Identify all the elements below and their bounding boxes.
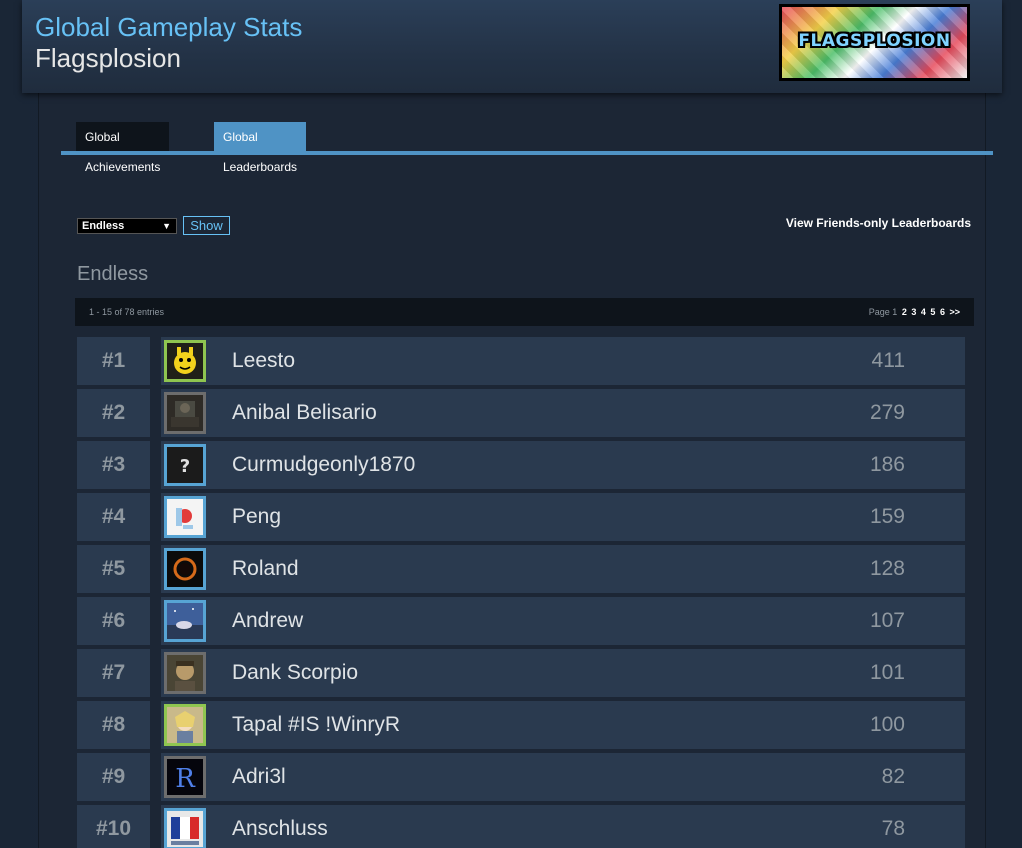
avatar[interactable] <box>164 704 206 746</box>
avatar-image <box>167 707 203 743</box>
avatar[interactable] <box>164 340 206 382</box>
entries-count: 1 - 15 of 78 entries <box>89 307 165 317</box>
avatar-image <box>167 655 203 691</box>
player-score: 100 <box>869 713 905 736</box>
table-row: #8 Tapal #IS !WinryR 100 <box>77 701 965 749</box>
page-title: Global Gameplay Stats <box>35 12 303 42</box>
avatar[interactable] <box>164 652 206 694</box>
leaderboard-rows: #1 Leesto 411 #2 Anibal Belisario 279 #3 <box>77 337 965 848</box>
page-link-3[interactable]: 3 <box>911 307 916 317</box>
tab-global-achievements[interactable]: Global Achievements <box>76 122 170 174</box>
page-link-4[interactable]: 4 <box>921 307 926 317</box>
player-cell: Leesto 411 <box>161 337 965 385</box>
player-score: 411 <box>871 349 905 372</box>
table-row: #3 ? Curmudgeonly1870 186 <box>77 441 965 489</box>
player-score: 82 <box>881 765 905 788</box>
page-link-2[interactable]: 2 <box>902 307 907 317</box>
player-cell: ? Curmudgeonly1870 186 <box>161 441 965 489</box>
tab-underline <box>61 151 993 155</box>
avatar[interactable] <box>164 496 206 538</box>
rank-cell: #7 <box>77 649 150 697</box>
show-button[interactable]: Show <box>183 216 230 235</box>
page-header: Global Gameplay Stats Flagsplosion FLAGS… <box>22 0 1002 93</box>
player-score: 128 <box>869 557 905 580</box>
player-score: 107 <box>869 609 905 632</box>
rank-cell: #5 <box>77 545 150 593</box>
player-cell: Peng 159 <box>161 493 965 541</box>
avatar[interactable] <box>164 548 206 590</box>
rank-cell: #3 <box>77 441 150 489</box>
player-cell: Andrew 107 <box>161 597 965 645</box>
table-row: #4 Peng 159 <box>77 493 965 541</box>
entries-bar: 1 - 15 of 78 entries Page 1 2 3 4 5 6 >> <box>75 298 974 326</box>
rank-cell: #2 <box>77 389 150 437</box>
next-pages-link[interactable]: >> <box>949 307 960 317</box>
pagination: Page 1 2 3 4 5 6 >> <box>869 307 960 317</box>
rank-cell: #10 <box>77 805 150 848</box>
leaderboard-select[interactable]: Endless ▼ <box>77 218 177 234</box>
player-cell: Dank Scorpio 101 <box>161 649 965 697</box>
table-row: #1 Leesto 411 <box>77 337 965 385</box>
player-name[interactable]: Anibal Belisario <box>232 389 377 437</box>
game-name[interactable]: Flagsplosion <box>35 43 181 74</box>
tab-global-leaderboards[interactable]: Global Leaderboards <box>214 122 307 174</box>
svg-text:?: ? <box>180 456 190 477</box>
rank-cell: #6 <box>77 597 150 645</box>
player-score: 101 <box>869 661 905 684</box>
table-row: #6 Andrew 107 <box>77 597 965 645</box>
player-cell: Anibal Belisario 279 <box>161 389 965 437</box>
player-cell: Tapal #IS !WinryR 100 <box>161 701 965 749</box>
leaderboard-select-value: Endless <box>82 220 125 232</box>
svg-text:R: R <box>175 764 196 794</box>
rank-cell: #4 <box>77 493 150 541</box>
player-score: 159 <box>869 505 905 528</box>
rank-cell: #1 <box>77 337 150 385</box>
rank-cell: #9 <box>77 753 150 801</box>
avatar[interactable] <box>164 808 206 848</box>
avatar-image: R <box>167 759 203 795</box>
player-name[interactable]: Roland <box>232 545 299 593</box>
rank-cell: #8 <box>77 701 150 749</box>
avatar-image <box>167 499 203 535</box>
avatar[interactable] <box>164 600 206 642</box>
player-name[interactable]: Curmudgeonly1870 <box>232 441 415 489</box>
page-link-6[interactable]: 6 <box>940 307 945 317</box>
avatar[interactable]: R <box>164 756 206 798</box>
player-name[interactable]: Leesto <box>232 337 295 385</box>
game-logo[interactable]: FLAGSPLOSION <box>779 4 970 81</box>
game-logo-image: FLAGSPLOSION <box>782 7 967 78</box>
friends-leaderboards-link[interactable]: View Friends-only Leaderboards <box>786 216 971 230</box>
player-score: 186 <box>869 453 905 476</box>
avatar[interactable]: ? <box>164 444 206 486</box>
avatar-image <box>167 811 203 847</box>
player-name[interactable]: Anschluss <box>232 805 328 848</box>
table-row: #7 Dank Scorpio 101 <box>77 649 965 697</box>
player-cell: Anschluss 78 <box>161 805 965 848</box>
avatar-image <box>167 603 203 639</box>
current-page-label: Page 1 <box>868 307 898 317</box>
avatar-image <box>167 551 203 587</box>
avatar-image <box>167 395 203 431</box>
player-name[interactable]: Peng <box>232 493 281 541</box>
game-logo-text: FLAGSPLOSION <box>798 31 951 51</box>
player-cell: R Adri3l 82 <box>161 753 965 801</box>
table-row: #5 Roland 128 <box>77 545 965 593</box>
player-name[interactable]: Andrew <box>232 597 303 645</box>
player-name[interactable]: Adri3l <box>232 753 286 801</box>
table-row: #2 Anibal Belisario 279 <box>77 389 965 437</box>
avatar-image <box>167 343 203 379</box>
page-link-5[interactable]: 5 <box>930 307 935 317</box>
avatar-image: ? <box>167 447 203 483</box>
player-score: 279 <box>869 401 905 424</box>
player-name[interactable]: Tapal #IS !WinryR <box>232 701 400 749</box>
player-score: 78 <box>881 817 905 840</box>
leaderboard-title: Endless <box>77 263 149 285</box>
dropdown-arrow-icon: ▼ <box>162 221 171 231</box>
table-row: #10 Anschluss 78 <box>77 805 965 848</box>
player-cell: Roland 128 <box>161 545 965 593</box>
avatar[interactable] <box>164 392 206 434</box>
player-name[interactable]: Dank Scorpio <box>232 649 358 697</box>
table-row: #9 R Adri3l 82 <box>77 753 965 801</box>
